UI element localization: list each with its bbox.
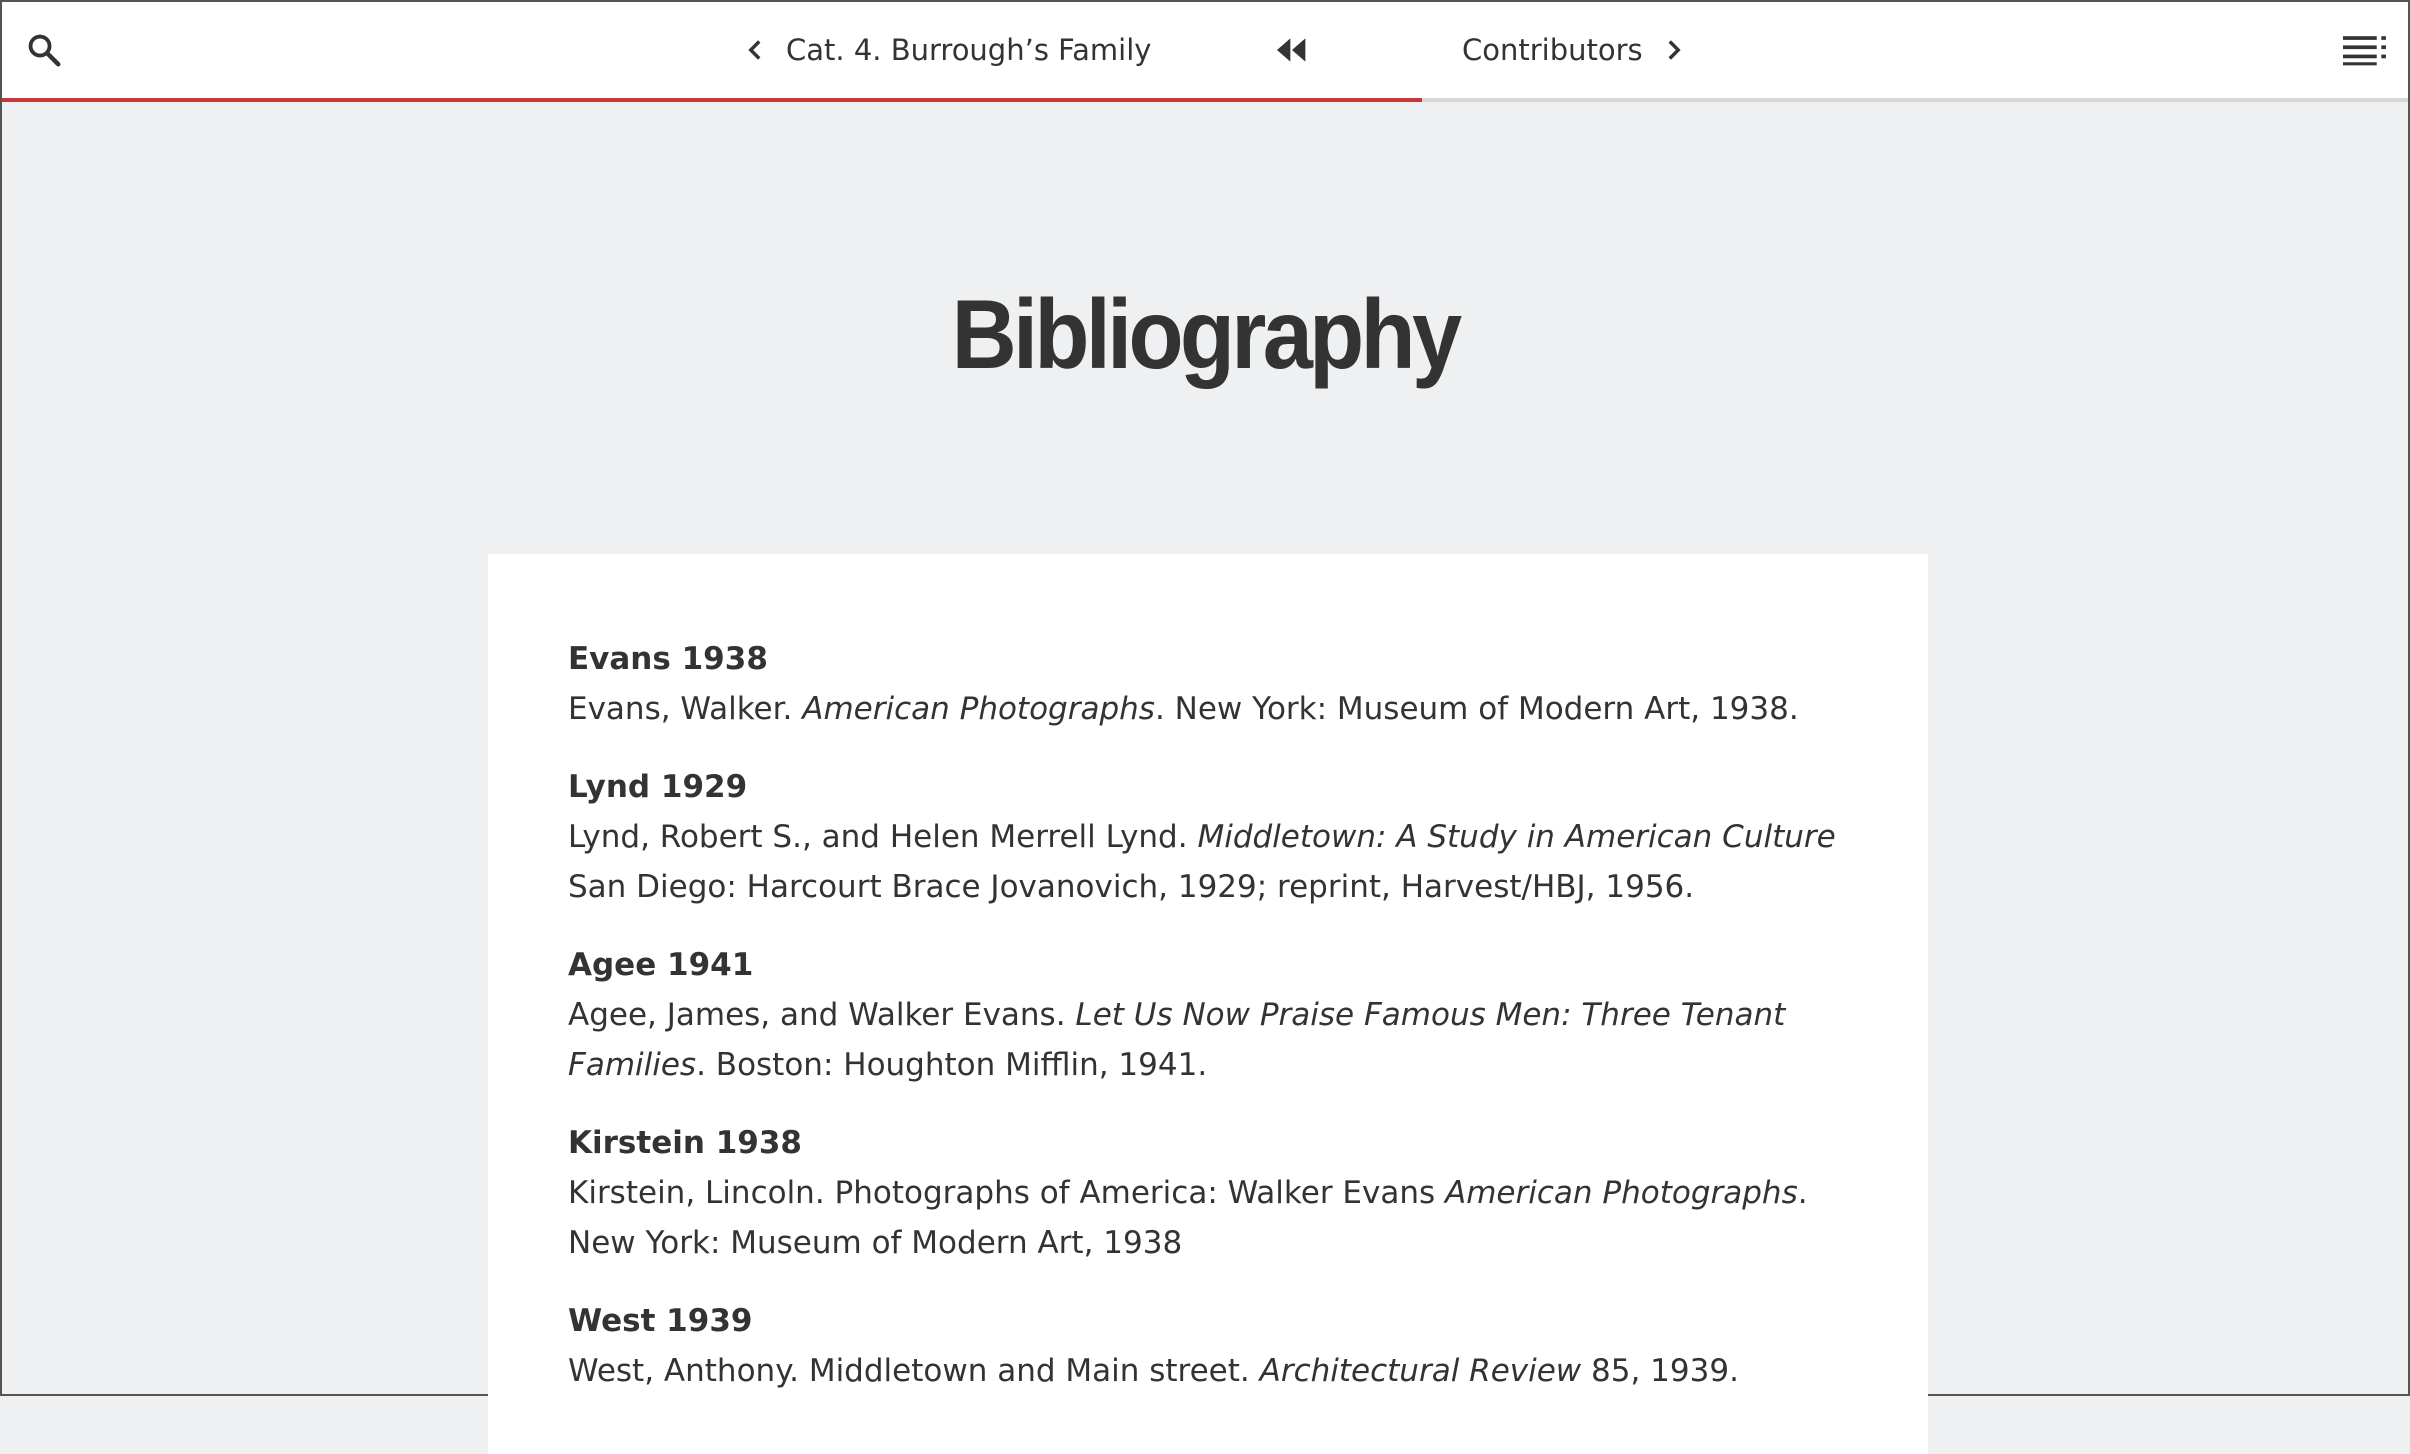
citation-text: San Diego: Harcourt Brace Jovanovich, 19… [568,869,1695,905]
chevron-right-icon [1668,40,1681,60]
menu-list-icon [2343,36,2386,66]
chevron-left-icon [748,40,761,60]
citation-title: Middletown: A Study in American Culture [1197,819,1836,855]
search-icon [28,34,61,67]
entry-key: Kirstein 1938 [568,1125,802,1161]
entry-citation: Kirstein, Lincoln. Photographs of Americ… [568,1168,1848,1268]
bibliography-entry: Evans 1938 Evans, Walker. American Photog… [568,634,1848,734]
citation-title: Architectural Review [1259,1353,1582,1389]
entry-citation: Agee, James, and Walker Evans. Let Us No… [568,990,1848,1090]
entry-citation: West, Anthony. Middletown and Main stree… [568,1346,1848,1396]
entry-key: Agee 1941 [568,947,754,983]
bibliography-entry: Lynd 1929 Lynd, Robert S., and Helen Merr… [568,762,1848,912]
entry-key: Evans 1938 [568,641,768,677]
citation-text: Evans, Walker. [568,691,803,727]
citation-text: Kirstein, Lincoln. Photographs of Americ… [568,1175,1446,1211]
entry-key: Lynd 1929 [568,769,748,805]
citation-title: American Photographs [802,691,1155,727]
bibliography-card: Evans 1938 Evans, Walker. American Photog… [488,554,1928,1454]
prev-page-link[interactable]: Cat. 4. Burrough’s Family [738,26,1151,74]
top-navbar: Cat. 4. Burrough’s Family Contributors [2,2,2408,98]
bibliography-entry: Kirstein 1938 Kirstein, Lincoln. Photogra… [568,1118,1848,1268]
bibliography-entry: Agee 1941 Agee, James, and Walker Evans. … [568,940,1848,1090]
citation-text: . New York: Museum of Modern Art, 1938. [1154,691,1799,727]
first-page-button[interactable] [1268,26,1316,74]
citation-title: American Photographs [1445,1175,1798,1211]
citation-text: Agee, James, and Walker Evans. [568,997,1076,1033]
entry-citation: Lynd, Robert S., and Helen Merrell Lynd.… [568,812,1848,912]
entry-citation: Evans, Walker. American Photographs. New… [568,684,1848,734]
citation-text: Lynd, Robert S., and Helen Merrell Lynd. [568,819,1198,855]
citation-text: . Boston: Houghton Mifflin, 1941. [696,1047,1208,1083]
reading-progress-track [2,98,2408,102]
search-button[interactable] [22,28,66,72]
page-title: Bibliography [951,278,1463,389]
next-page-label: Contributors [1462,33,1643,67]
bibliography-list: Evans 1938 Evans, Walker. American Photog… [568,634,1848,1424]
bibliography-entry: West 1939 West, Anthony. Middletown and M… [568,1296,1848,1396]
citation-text: West, Anthony. Middletown and Main stree… [568,1353,1260,1389]
menu-button[interactable] [2338,28,2394,72]
prev-page-label: Cat. 4. Burrough’s Family [786,33,1152,67]
next-page-link[interactable]: Contributors [1462,26,1691,74]
reading-progress-fill [2,98,1422,102]
citation-text: 85, 1939. [1581,1353,1739,1389]
double-chevron-left-icon [1277,38,1306,62]
entry-key: West 1939 [568,1303,753,1339]
